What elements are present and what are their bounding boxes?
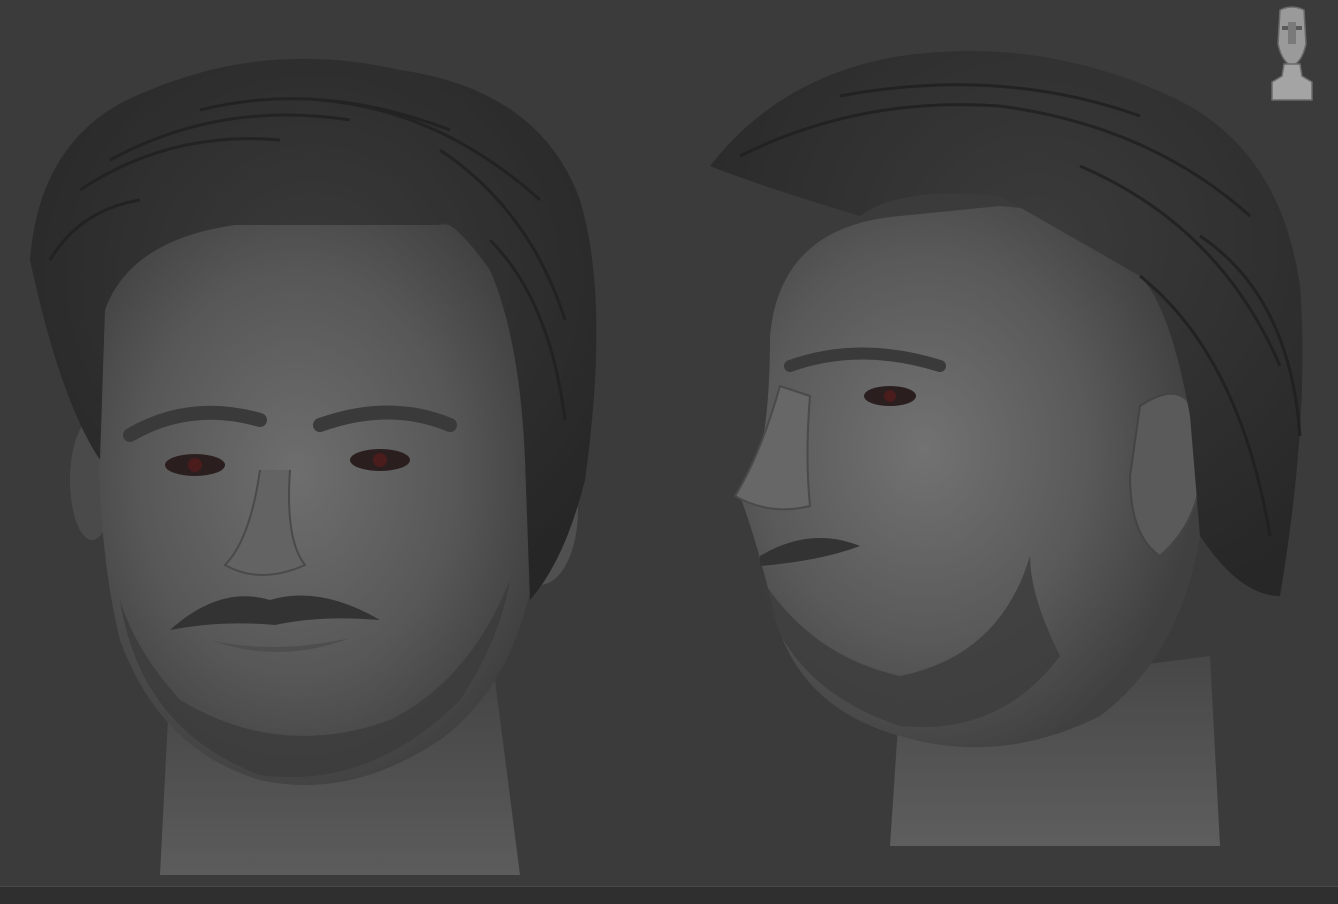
head-sculpt-side[interactable] <box>700 36 1320 856</box>
3d-viewport[interactable] <box>0 0 1338 886</box>
gizmo-graphic <box>1271 6 1313 101</box>
viewport-bottom-bar <box>0 886 1338 904</box>
head-sculpt-front-graphic <box>30 58 597 875</box>
head-sculpt-side-graphic <box>710 51 1303 846</box>
head-navigation-gizmo-icon[interactable] <box>1268 4 1316 102</box>
head-sculpt-front[interactable] <box>20 40 620 886</box>
